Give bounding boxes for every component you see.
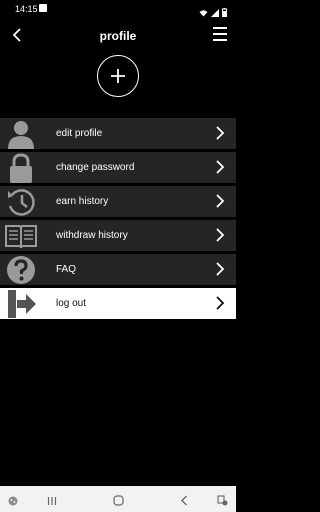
logout-door-icon (4, 289, 38, 319)
open-book-icon (4, 221, 38, 251)
menu-item-edit-profile[interactable]: edit profile (0, 118, 236, 149)
question-mark-icon (4, 255, 38, 285)
status-time: 14:15 (15, 4, 38, 14)
chevron-right-icon (216, 194, 225, 208)
chevron-right-icon (216, 126, 225, 140)
menu-item-label: log out (56, 298, 87, 309)
menu-item-label: withdraw history (56, 230, 128, 241)
hamburger-menu-button[interactable] (213, 27, 227, 41)
padlock-icon (4, 153, 38, 183)
menu-item-withdraw-history[interactable]: withdraw history (0, 220, 236, 251)
menu-item-change-password[interactable]: change password (0, 152, 236, 183)
person-icon (4, 119, 38, 149)
add-photo-button[interactable] (97, 55, 139, 97)
chevron-right-icon (216, 228, 225, 242)
menu-item-label: change password (56, 162, 135, 173)
clock-history-icon (4, 187, 38, 217)
app-header: profile (0, 18, 236, 54)
chevron-right-icon (216, 160, 225, 174)
assistant-icon[interactable] (8, 493, 18, 511)
menu-item-label: earn history (56, 196, 109, 207)
page-title: profile (99, 29, 137, 43)
recent-apps-button[interactable] (47, 493, 57, 511)
plus-icon (111, 69, 125, 83)
notification-icon (39, 4, 47, 12)
menu-item-label: FAQ (56, 264, 77, 275)
accessibility-icon[interactable] (217, 493, 228, 511)
menu-item-earn-history[interactable]: earn history (0, 186, 236, 217)
profile-menu: edit profile change password earn histor… (0, 118, 236, 322)
chevron-right-icon (216, 296, 225, 310)
menu-item-label: edit profile (56, 128, 103, 139)
chevron-right-icon (216, 262, 225, 276)
menu-item-faq[interactable]: FAQ (0, 254, 236, 285)
back-nav-button[interactable] (180, 493, 188, 511)
status-bar: 14:15 (0, 0, 236, 18)
home-button[interactable] (113, 493, 124, 511)
system-nav-bar (0, 486, 236, 512)
menu-item-log-out[interactable]: log out (0, 288, 236, 319)
